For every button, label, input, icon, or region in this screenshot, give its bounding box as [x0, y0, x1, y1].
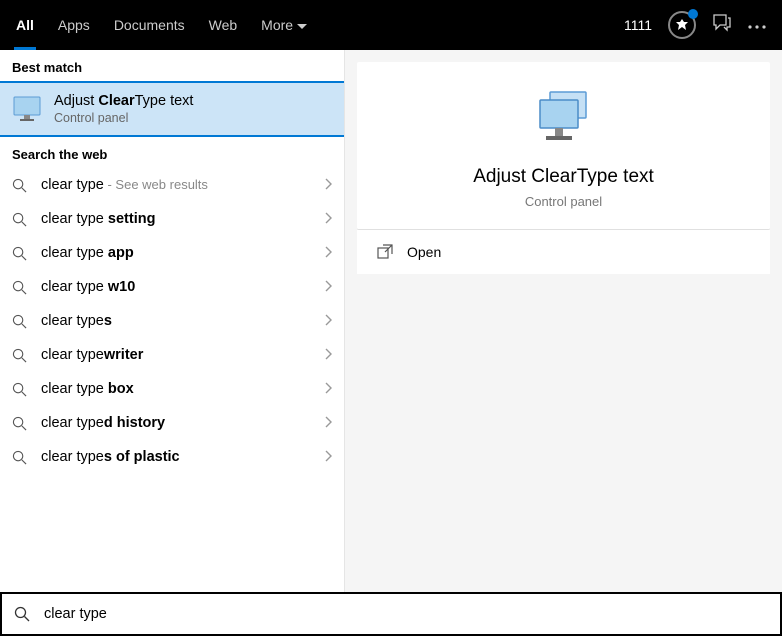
web-result-item[interactable]: clear types of plastic [0, 440, 344, 474]
preview-card: Adjust ClearType text Control panel [357, 62, 770, 230]
web-result-text: clear type setting [41, 211, 324, 227]
chevron-right-icon [324, 348, 332, 363]
chevron-right-icon [324, 314, 332, 329]
monitor-large-icon [532, 90, 596, 148]
search-icon [12, 178, 27, 193]
preview-panel: Adjust ClearType text Control panel Open [344, 50, 782, 592]
search-icon [12, 450, 27, 465]
web-result-item[interactable]: clear type box [0, 372, 344, 406]
chevron-right-icon [324, 178, 332, 193]
chevron-right-icon [324, 280, 332, 295]
notification-dot-icon [688, 9, 698, 19]
topbar-right: 1111 [624, 11, 766, 39]
section-best-match-label: Best match [0, 50, 344, 81]
web-result-text: clear typewriter [41, 347, 324, 363]
search-icon [12, 212, 27, 227]
search-input[interactable]: clear type [44, 606, 107, 622]
rewards-icon[interactable] [668, 11, 696, 39]
web-result-text: clear types [41, 313, 324, 329]
web-result-item[interactable]: clear type setting [0, 202, 344, 236]
web-result-text: clear typed history [41, 415, 324, 431]
search-icon [12, 314, 27, 329]
results-panel: Best match Adjust ClearType text Control… [0, 50, 344, 592]
search-icon [12, 382, 27, 397]
search-icon [12, 348, 27, 363]
preview-title: Adjust ClearType text [473, 166, 654, 188]
open-label: Open [407, 244, 441, 260]
filter-tabs: All Apps Documents Web More [16, 0, 307, 50]
rewards-points: 1111 [624, 17, 652, 33]
search-icon [12, 280, 27, 295]
web-result-text: clear type - See web results [41, 177, 324, 193]
best-match-subtitle: Control panel [54, 111, 193, 125]
chevron-right-icon [324, 416, 332, 431]
tab-web[interactable]: Web [209, 0, 238, 50]
preview-subtitle: Control panel [525, 194, 602, 209]
search-icon [12, 246, 27, 261]
web-result-text: clear type app [41, 245, 324, 261]
best-match-title: Adjust ClearType text [54, 93, 193, 109]
web-result-item[interactable]: clear type w10 [0, 270, 344, 304]
best-match-result[interactable]: Adjust ClearType text Control panel [0, 81, 344, 137]
feedback-icon[interactable] [712, 13, 732, 38]
search-icon [12, 416, 27, 431]
tab-all[interactable]: All [16, 0, 34, 50]
caret-down-icon [297, 17, 307, 33]
tab-apps[interactable]: Apps [58, 0, 90, 50]
open-action[interactable]: Open [357, 230, 770, 274]
chevron-right-icon [324, 212, 332, 227]
ellipsis-icon[interactable] [748, 16, 766, 34]
chevron-right-icon [324, 246, 332, 261]
tab-more[interactable]: More [261, 0, 307, 50]
top-bar: All Apps Documents Web More 1111 [0, 0, 782, 50]
web-result-item[interactable]: clear type - See web results [0, 168, 344, 202]
tab-more-label: More [261, 17, 293, 33]
web-result-text: clear types of plastic [41, 449, 324, 465]
monitor-icon [12, 95, 42, 123]
chevron-right-icon [324, 382, 332, 397]
search-icon [14, 606, 30, 622]
open-icon [377, 244, 393, 260]
search-bar[interactable]: clear type [0, 592, 782, 636]
best-match-text: Adjust ClearType text Control panel [54, 93, 193, 125]
web-result-item[interactable]: clear typewriter [0, 338, 344, 372]
web-result-text: clear type w10 [41, 279, 324, 295]
chevron-right-icon [324, 450, 332, 465]
web-results-list: clear type - See web results clear type s… [0, 168, 344, 474]
web-result-item[interactable]: clear typed history [0, 406, 344, 440]
web-result-text: clear type box [41, 381, 324, 397]
content-area: Best match Adjust ClearType text Control… [0, 50, 782, 592]
section-search-web-label: Search the web [0, 137, 344, 168]
tab-documents[interactable]: Documents [114, 0, 185, 50]
web-result-item[interactable]: clear type app [0, 236, 344, 270]
web-result-item[interactable]: clear types [0, 304, 344, 338]
